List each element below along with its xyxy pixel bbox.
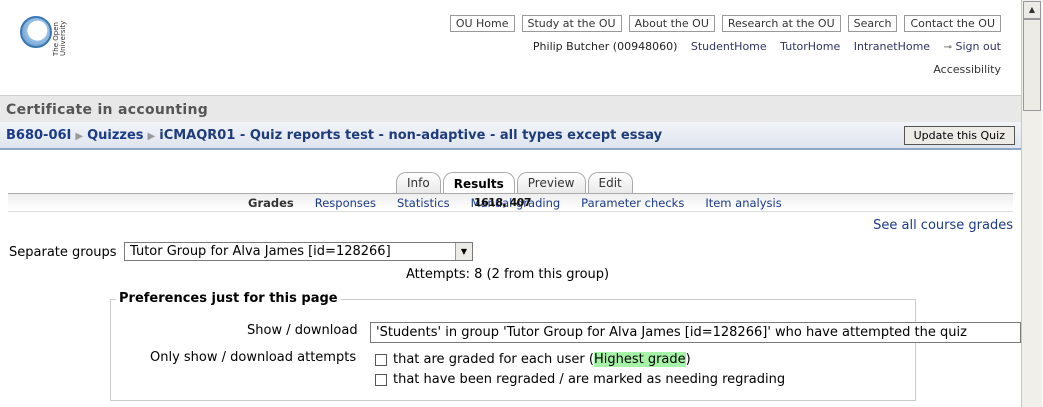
ou-logo[interactable]: The Open University bbox=[20, 16, 80, 56]
top-link-contact[interactable]: Contact the OU bbox=[904, 15, 1001, 32]
regraded-checkbox[interactable] bbox=[375, 373, 387, 386]
breadcrumb-quiz: iCMAQR01 - Quiz reports test - non-adapt… bbox=[159, 128, 663, 143]
tab-preview[interactable]: Preview bbox=[516, 172, 586, 193]
breadcrumb-separator-icon: ▶ bbox=[147, 131, 156, 142]
sign-out-label: Sign out bbox=[955, 40, 1001, 53]
preferences-legend: Preferences just for this page bbox=[116, 291, 341, 306]
accessibility-link[interactable]: Accessibility bbox=[933, 63, 1001, 76]
group-select-value: Tutor Group for Alva James [id=128266] bbox=[130, 244, 391, 259]
regraded-option: that have been regraded / are marked as … bbox=[375, 372, 785, 387]
breadcrumb-course[interactable]: B680-06I bbox=[6, 128, 71, 143]
subtab-grades[interactable]: Grades bbox=[248, 196, 294, 210]
attempts-summary: Attempts: 8 (2 from this group) bbox=[406, 267, 610, 282]
breadcrumb-quizzes[interactable]: Quizzes bbox=[87, 128, 143, 143]
top-link-research[interactable]: Research at the OU bbox=[721, 15, 841, 32]
tab-row: Info Results Preview Edit bbox=[396, 172, 633, 193]
dropdown-arrow-icon[interactable]: ▼ bbox=[455, 243, 472, 260]
show-download-label: Show / download bbox=[247, 323, 358, 338]
tab-edit[interactable]: Edit bbox=[587, 172, 633, 193]
top-link-study[interactable]: Study at the OU bbox=[521, 15, 622, 32]
scrollbar-thumb[interactable] bbox=[1023, 19, 1041, 111]
subtab-item-analysis[interactable]: Item analysis bbox=[705, 196, 781, 210]
breadcrumb-separator-icon: ▶ bbox=[75, 131, 84, 142]
regraded-option-label: that have been regraded / are marked as … bbox=[393, 372, 786, 387]
top-link-about[interactable]: About the OU bbox=[628, 15, 715, 32]
coordinate-overlay: 1618, 407 bbox=[474, 196, 532, 209]
group-select[interactable]: Tutor Group for Alva James [id=128266] ▼ bbox=[124, 242, 473, 261]
vertical-scrollbar[interactable]: ▲ bbox=[1021, 0, 1042, 407]
groups-label: Separate groups bbox=[9, 245, 117, 260]
link-studenthome[interactable]: StudentHome bbox=[691, 40, 767, 53]
graded-option: that are graded for each user (Highest g… bbox=[375, 352, 691, 367]
top-link-search[interactable]: Search bbox=[847, 15, 898, 32]
graded-option-prefix: that are graded for each user ( bbox=[393, 352, 594, 367]
tab-results[interactable]: Results bbox=[442, 172, 515, 193]
link-tutorhome[interactable]: TutorHome bbox=[780, 40, 840, 53]
update-quiz-button[interactable]: Update this Quiz bbox=[903, 126, 1015, 145]
see-all-grades-link[interactable]: See all course grades bbox=[873, 218, 1013, 233]
user-line: Philip Butcher (00948060) StudentHome Tu… bbox=[533, 40, 1001, 53]
sign-out-link[interactable]: ⊸ Sign out bbox=[944, 40, 1001, 53]
ou-logo-icon bbox=[20, 16, 52, 48]
breadcrumb: B680-06I ▶ Quizzes ▶ iCMAQR01 - Quiz reports… bbox=[6, 128, 662, 143]
nav-bar: B680-06I ▶ Quizzes ▶ iCMAQR01 - Quiz reports… bbox=[0, 122, 1021, 150]
course-title: Certificate in accounting bbox=[6, 102, 209, 118]
only-show-label: Only show / download attempts bbox=[150, 350, 357, 365]
top-link-ou-home[interactable]: OU Home bbox=[449, 15, 515, 32]
link-intranethome[interactable]: IntranetHome bbox=[854, 40, 930, 53]
graded-option-suffix: ) bbox=[685, 352, 691, 367]
user-name: Philip Butcher (00948060) bbox=[532, 40, 678, 53]
ou-logo-text: The Open University bbox=[52, 20, 67, 56]
course-bar: Certificate in accounting bbox=[0, 95, 1021, 122]
subtab-parameter-checks[interactable]: Parameter checks bbox=[581, 196, 684, 210]
scroll-up-icon[interactable]: ▲ bbox=[1023, 1, 1041, 19]
subtab-responses[interactable]: Responses bbox=[315, 196, 376, 210]
top-links: OU Home Study at the OU About the OU Res… bbox=[449, 15, 1001, 32]
subtab-statistics[interactable]: Statistics bbox=[397, 196, 450, 210]
tab-info[interactable]: Info bbox=[396, 172, 441, 193]
graded-checkbox[interactable] bbox=[375, 353, 387, 366]
show-download-select[interactable]: 'Students' in group 'Tutor Group for Alv… bbox=[370, 322, 1021, 343]
highest-grade-highlight: Highest grade bbox=[593, 352, 686, 367]
key-icon: ⊸ bbox=[943, 42, 952, 53]
